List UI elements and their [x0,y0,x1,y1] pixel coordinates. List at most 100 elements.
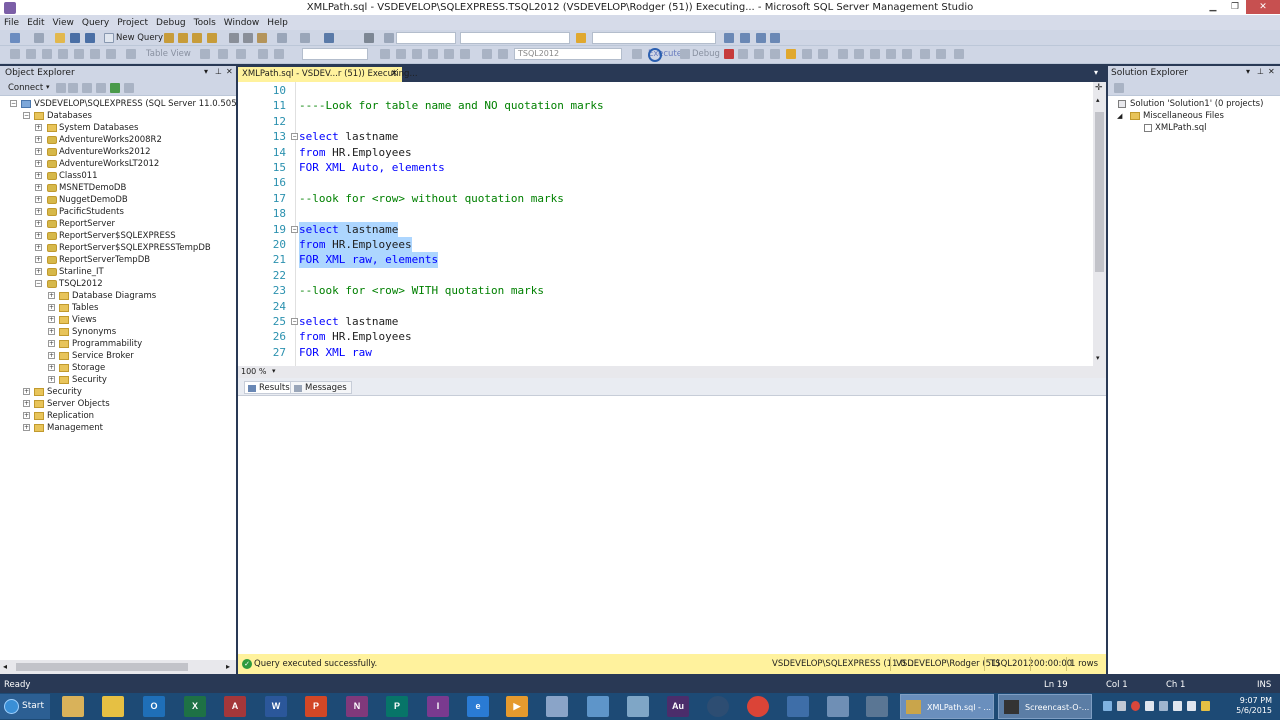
comment-icon[interactable] [870,49,880,59]
access-icon[interactable]: A [224,696,246,717]
paint-icon[interactable] [627,696,649,717]
client-stats-icon[interactable] [838,49,848,59]
signal-icon[interactable] [1173,701,1182,711]
menu-view[interactable]: View [49,16,78,30]
cancel-query-icon[interactable] [724,49,734,59]
start-debugging-icon[interactable] [364,33,374,43]
tab-messages[interactable]: Messages [290,381,352,394]
code-line[interactable]: 13− select lastname [238,129,1088,144]
expand-icon[interactable]: + [35,184,42,191]
layout-icon[interactable] [10,49,20,59]
expand-icon[interactable]: + [35,256,42,263]
outlook-icon[interactable]: O [143,696,165,717]
close-icon[interactable]: ✕ [1246,0,1280,14]
query-designer-icon[interactable] [770,49,780,59]
include-plan-icon[interactable] [818,49,828,59]
menu-query[interactable]: Query [78,16,113,30]
layout-5-icon[interactable] [74,49,84,59]
solution-config-combo[interactable] [396,32,456,44]
expand-icon[interactable]: + [35,136,42,143]
code-line-selected[interactable]: 19− select lastname [238,221,1088,237]
pin-dropdown-icon[interactable]: ▾ [1246,67,1250,76]
split-icon[interactable]: ✛ [1095,83,1103,93]
clock[interactable]: 9:07 PM 5/6/2015 [1236,696,1272,716]
code-line[interactable]: 15 FOR XML Auto, elements [238,160,1088,175]
disconnect-oe-icon[interactable] [68,83,78,93]
properties-icon[interactable] [740,33,750,43]
results-grid-icon[interactable] [498,49,508,59]
execute-flag-icon[interactable] [632,49,642,59]
find-combo[interactable] [592,32,716,44]
connect-icon[interactable] [380,49,390,59]
analysis-query-icon[interactable] [178,33,188,43]
size-2-icon[interactable] [274,49,284,59]
cut-icon[interactable] [229,33,239,43]
notepad-icon[interactable] [587,696,609,717]
taskbar-window-screencast[interactable]: Screencast-O-... [998,694,1092,719]
scroll-down-icon[interactable]: ▾ [1096,354,1100,362]
disconnect-icon[interactable] [396,49,406,59]
code-line[interactable]: 24 [238,299,1088,314]
toolbar-options-icon[interactable] [954,49,964,59]
new-query-button[interactable]: New Query [116,33,163,43]
new-project-icon[interactable] [10,33,20,43]
media-player-icon[interactable]: ▶ [506,696,528,717]
camera-icon[interactable] [707,696,729,717]
infopath-icon[interactable]: I [427,696,449,717]
size-icon[interactable] [258,49,268,59]
layout-6-icon[interactable] [90,49,100,59]
uncomment-icon[interactable] [886,49,896,59]
copy-icon[interactable] [243,33,253,43]
fold-collapse-icon[interactable]: − [291,225,298,233]
properties-icon[interactable] [1114,83,1124,93]
layout-2-icon[interactable] [26,49,36,59]
dmx-query-icon[interactable] [207,33,217,43]
pin-dropdown-icon[interactable]: ▾ [204,67,208,76]
play-icon[interactable] [384,33,394,43]
toolbox-icon[interactable] [756,33,766,43]
minimize-icon[interactable]: ▁ [1202,0,1224,14]
chrome-icon[interactable] [747,696,769,717]
code-line[interactable]: 16 [238,175,1088,190]
intellisense-icon[interactable] [460,49,470,59]
database-engine-query-icon[interactable] [164,33,174,43]
undo-icon[interactable] [277,33,287,43]
solution-explorer-tree[interactable]: Solution 'Solution1' (0 projects) ◢ Misc… [1108,96,1280,674]
redo-icon[interactable] [300,33,310,43]
options-icon[interactable] [770,33,780,43]
expand-icon[interactable]: + [35,232,42,239]
results-area[interactable] [238,396,1106,654]
taskbar-window-ssms[interactable]: XMLPath.sql - ... [900,694,994,719]
expand-icon[interactable]: + [48,352,55,359]
find-in-files-icon[interactable] [576,33,586,43]
powerpoint-icon[interactable]: P [305,696,327,717]
close-tab-icon[interactable]: ✕ [390,67,398,82]
zoom-level[interactable]: 100 % [241,367,266,376]
code-line[interactable]: 17 --look for <row> without quotation mar… [238,191,1088,206]
expand-icon[interactable]: + [35,268,42,275]
results-text-icon[interactable] [482,49,492,59]
add-item-icon[interactable] [34,33,44,43]
stop-icon[interactable] [82,83,92,93]
code-line[interactable]: 23 --look for <row> WITH quotation marks [238,283,1088,298]
expand-icon[interactable]: + [48,292,55,299]
menu-edit[interactable]: Edit [23,16,48,30]
fold-collapse-icon[interactable]: − [291,318,298,325]
monitor-icon[interactable] [1159,701,1168,711]
menu-debug[interactable]: Debug [152,16,190,30]
expand-icon[interactable]: + [48,364,55,371]
power-icon[interactable] [1201,701,1210,711]
expand-icon[interactable]: + [35,244,42,251]
layout-3-icon[interactable] [42,49,52,59]
outdent-icon[interactable] [902,49,912,59]
remote-desktop-icon[interactable] [827,696,849,717]
query-options-icon[interactable] [444,49,454,59]
expand-icon[interactable]: + [35,148,42,155]
sqlcmd-icon[interactable] [854,49,864,59]
calculator-icon[interactable] [546,696,568,717]
font-icon[interactable] [126,49,136,59]
expand-icon[interactable]: + [35,160,42,167]
expand-icon[interactable]: + [23,388,30,395]
open-file-icon[interactable] [55,33,65,43]
bluetooth-icon[interactable] [1103,701,1112,711]
